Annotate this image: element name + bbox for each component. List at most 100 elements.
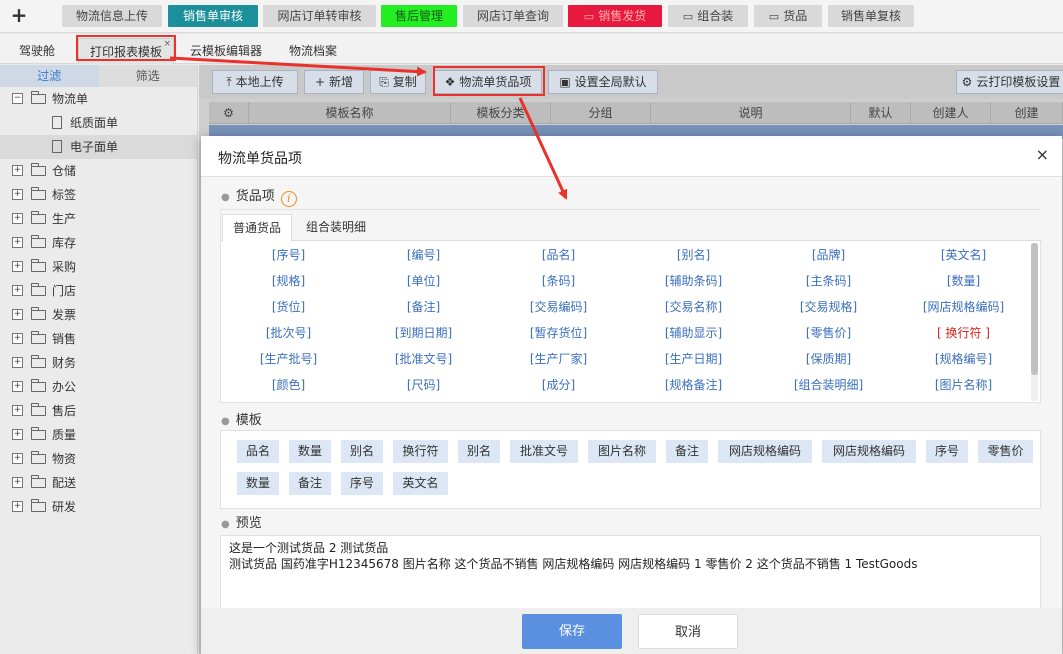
tree-folder-item[interactable]: + 采购 — [0, 255, 197, 279]
close-icon[interactable]: × — [1036, 145, 1049, 164]
goods-field-option[interactable]: [货位] — [221, 294, 356, 320]
tab-cloud-template-editor[interactable]: 云模板编辑器 — [182, 38, 270, 64]
tab-cockpit[interactable]: 驾驶舱 — [8, 38, 66, 64]
fields-scrollbar[interactable] — [1031, 243, 1038, 401]
template-chip[interactable]: 备注 — [289, 472, 331, 495]
column-header[interactable]: 分组 — [551, 102, 651, 124]
expand-icon[interactable]: + — [12, 381, 23, 392]
nav-tab-after-sales[interactable]: 售后管理 — [381, 5, 457, 27]
goods-field-option[interactable]: [品牌] — [761, 242, 896, 268]
expand-icon[interactable]: + — [12, 285, 23, 296]
tree-folder-item[interactable]: + 配送 — [0, 471, 197, 495]
column-settings-icon[interactable]: ⚙ — [209, 102, 249, 124]
goods-field-option[interactable]: [尺码] — [356, 372, 491, 398]
column-header[interactable]: 创建 — [991, 102, 1063, 124]
template-chip[interactable]: 数量 — [237, 472, 279, 495]
goods-field-option[interactable]: [到期日期] — [356, 320, 491, 346]
expand-icon[interactable]: + — [12, 237, 23, 248]
expand-icon[interactable]: + — [12, 501, 23, 512]
goods-field-option[interactable]: [条码] — [491, 268, 626, 294]
tree-folder-item[interactable]: + 售后 — [0, 399, 197, 423]
goods-field-option[interactable]: [网店规格编码] — [896, 294, 1031, 320]
goods-field-option[interactable]: [备注] — [356, 294, 491, 320]
goods-field-option[interactable]: [别名] — [626, 242, 761, 268]
tree-folder-item[interactable]: + 标签 — [0, 183, 197, 207]
goods-field-option[interactable]: [数量] — [896, 268, 1031, 294]
goods-field-option[interactable]: [成分] — [491, 372, 626, 398]
tree-folder-item[interactable]: + 发票 — [0, 303, 197, 327]
goods-field-option[interactable]: [生产日期] — [626, 346, 761, 372]
template-chip[interactable]: 图片名称 — [588, 440, 656, 463]
goods-field-option[interactable]: [交易规格] — [761, 294, 896, 320]
goods-field-option[interactable]: [组合装明细] — [761, 372, 896, 398]
goods-field-option[interactable]: [保质期] — [761, 346, 896, 372]
copy-button[interactable]: ⎘ 复制 — [370, 70, 426, 94]
tab-bundle-details[interactable]: 组合装明细 — [295, 214, 377, 242]
column-header[interactable]: 模板分类 — [451, 102, 551, 124]
template-chip[interactable]: 别名 — [458, 440, 500, 463]
tree-folder-item[interactable]: + 库存 — [0, 231, 197, 255]
template-chip[interactable]: 数量 — [289, 440, 331, 463]
tree-leaf-item[interactable]: 电子面单 — [0, 135, 197, 159]
goods-field-option[interactable]: [ 换行符 ] — [896, 320, 1031, 346]
cancel-button[interactable]: 取消 — [638, 614, 738, 649]
goods-field-option[interactable]: [辅助显示] — [626, 320, 761, 346]
tree-folder-item[interactable]: + 门店 — [0, 279, 197, 303]
column-header[interactable]: 说明 — [651, 102, 851, 124]
nav-tab-sales-review[interactable]: 销售单审核 — [168, 5, 258, 27]
tree-folder-item[interactable]: + 质量 — [0, 423, 197, 447]
template-chip[interactable]: 换行符 — [393, 440, 448, 463]
template-chip[interactable]: 品名 — [237, 440, 279, 463]
expand-icon[interactable]: + — [12, 477, 23, 488]
template-chip[interactable]: 网店规格编码 — [822, 440, 916, 463]
add-tab-icon[interactable]: + — [9, 4, 29, 28]
set-default-button[interactable]: ▣ 设置全局默认 — [548, 70, 658, 94]
column-header[interactable]: 模板名称 — [249, 102, 451, 124]
expand-icon[interactable]: + — [12, 429, 23, 440]
expand-icon[interactable]: + — [12, 189, 23, 200]
expand-icon[interactable]: + — [12, 165, 23, 176]
expand-icon[interactable]: + — [12, 453, 23, 464]
nav-tab-order-query[interactable]: 网店订单查询 — [463, 5, 563, 27]
goods-field-option[interactable]: [暂存货位] — [491, 320, 626, 346]
tree-folder-item[interactable]: + 生产 — [0, 207, 197, 231]
goods-field-option[interactable]: [规格备注] — [626, 372, 761, 398]
template-chip[interactable]: 英文名 — [393, 472, 448, 495]
goods-field-option[interactable]: [交易名称] — [626, 294, 761, 320]
goods-field-option[interactable]: [单位] — [356, 268, 491, 294]
save-button[interactable]: 保存 — [522, 614, 622, 649]
nav-tab-logistics-upload[interactable]: 物流信息上传 — [62, 5, 162, 27]
template-chip[interactable]: 序号 — [341, 472, 383, 495]
nav-tab-goods[interactable]: ▭ 货品 — [754, 5, 822, 27]
goods-field-option[interactable]: [主条码] — [761, 268, 896, 294]
upload-button[interactable]: ⤒ 本地上传 — [212, 70, 298, 94]
expand-icon[interactable]: + — [12, 357, 23, 368]
tree-folder-item[interactable]: + 物资 — [0, 447, 197, 471]
goods-field-option[interactable]: [零售价] — [761, 320, 896, 346]
collapse-icon[interactable]: − — [12, 93, 23, 104]
template-chip[interactable]: 网店规格编码 — [718, 440, 812, 463]
scrollbar-thumb[interactable] — [1031, 243, 1038, 375]
expand-icon[interactable]: + — [12, 405, 23, 416]
expand-icon[interactable]: + — [12, 261, 23, 272]
sidebar-tab-filter[interactable]: 过滤 — [0, 65, 99, 87]
expand-icon[interactable]: + — [12, 333, 23, 344]
tree-folder-item[interactable]: + 财务 — [0, 351, 197, 375]
goods-field-option[interactable]: [规格编号] — [896, 346, 1031, 372]
template-chip[interactable]: 批准文号 — [510, 440, 578, 463]
template-chip[interactable]: 零售价 — [978, 440, 1033, 463]
goods-field-option[interactable]: [颜色] — [221, 372, 356, 398]
template-chip[interactable]: 别名 — [341, 440, 383, 463]
nav-tab-order-to-review[interactable]: 网店订单转审核 — [263, 5, 376, 27]
template-chip[interactable]: 序号 — [926, 440, 968, 463]
tree-folder-item[interactable]: − 物流单 — [0, 87, 197, 111]
column-header[interactable]: 创建人 — [911, 102, 991, 124]
tree-folder-item[interactable]: + 研发 — [0, 495, 197, 519]
sidebar-tab-screen[interactable]: 筛选 — [99, 65, 198, 87]
add-button[interactable]: + 新增 — [304, 70, 364, 94]
nav-tab-sales-recheck[interactable]: 销售单复核 — [828, 5, 914, 27]
goods-field-option[interactable]: [序号] — [221, 242, 356, 268]
goods-field-option[interactable]: [生产厂家] — [491, 346, 626, 372]
goods-field-option[interactable]: [品名] — [491, 242, 626, 268]
tree-folder-item[interactable]: + 办公 — [0, 375, 197, 399]
